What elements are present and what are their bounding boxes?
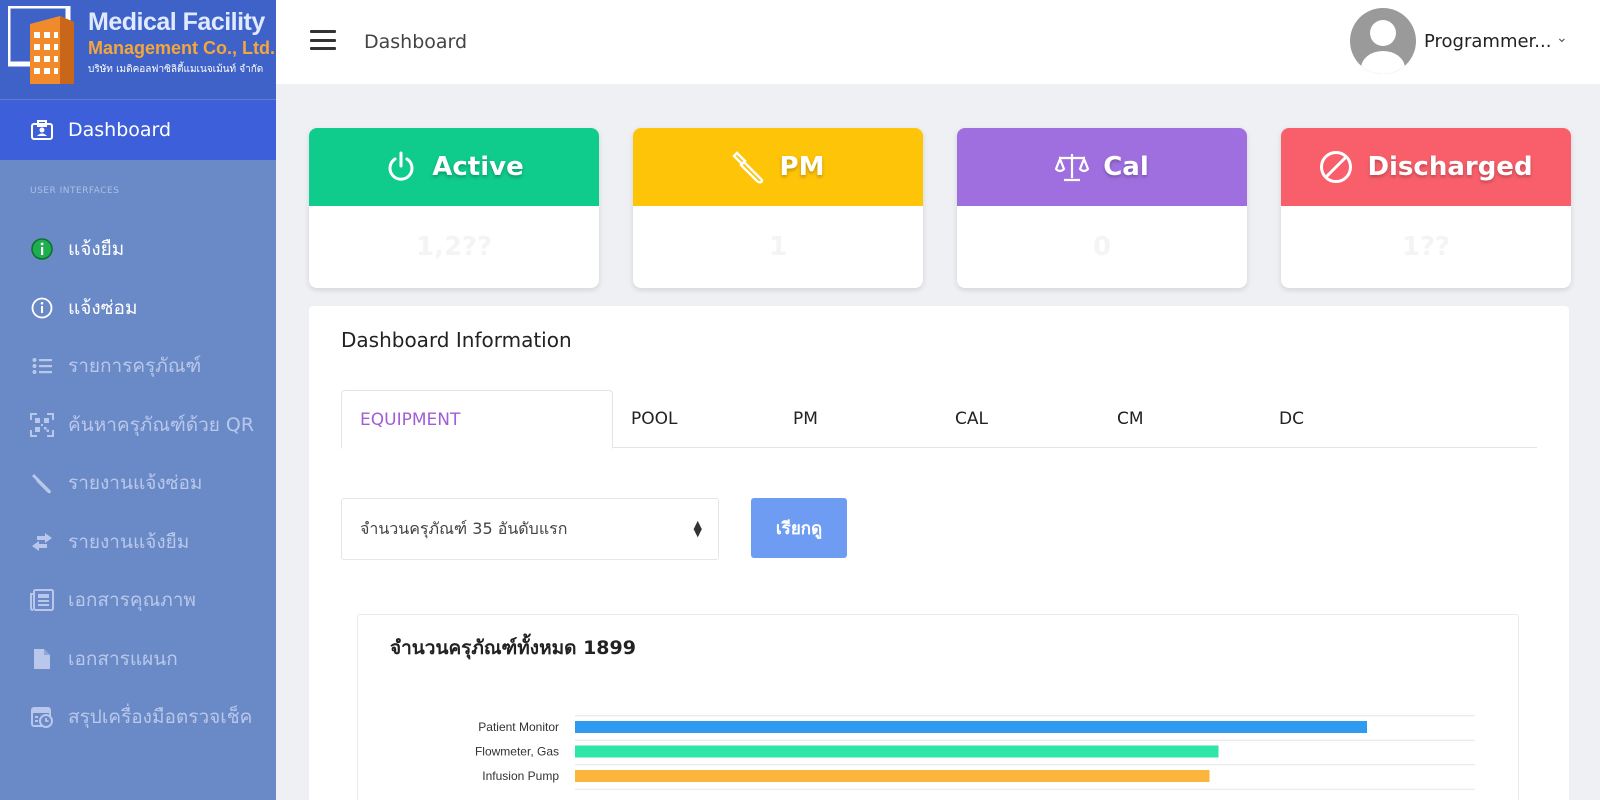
info-circle-green-icon <box>30 237 54 261</box>
sidebar-item-label: สรุปเครื่องมือตรวจเช็ค <box>68 706 253 729</box>
card-label: PM <box>779 152 825 182</box>
sidebar-item-quality-docs[interactable]: เอกสารคุณภาพ <box>0 571 276 630</box>
sidebar-item-label: ค้นหาครุภัณฑ์ด้วย QR <box>68 413 255 436</box>
sidebar: Medical Facility Management Co., Ltd. บร… <box>0 0 276 800</box>
building-logo-icon <box>8 6 74 84</box>
tab-pm[interactable]: PM <box>793 390 818 448</box>
card-value: 1 <box>768 232 788 262</box>
chart-bar[interactable] <box>575 745 1219 758</box>
stat-card-pm[interactable]: PM 1 <box>633 128 923 288</box>
file-icon <box>30 647 54 671</box>
card-value: 0 <box>1092 232 1112 262</box>
card-header: PM <box>633 128 923 206</box>
tab-bar: EQUIPMENT POOL PM CAL CM DC <box>341 390 1537 449</box>
stat-card-active[interactable]: Active 1,2?? <box>309 128 599 288</box>
user-name[interactable]: Programmer... <box>1424 31 1551 52</box>
avatar[interactable] <box>1350 8 1416 74</box>
tab-equipment[interactable]: EQUIPMENT <box>341 390 613 449</box>
sidebar-item-borrow-report[interactable]: รายงานแจ้งยืม <box>0 513 276 572</box>
sort-arrows-icon: ▲ ▼ <box>693 518 702 539</box>
card-header: Active <box>309 128 599 206</box>
chart-category-label: Flowmeter, Gas <box>475 745 559 759</box>
card-label: Cal <box>1103 152 1149 182</box>
sidebar-item-repair-report[interactable]: รายงานแจ้งซ่อม <box>0 454 276 513</box>
logo-title: Medical Facility <box>88 8 265 36</box>
sidebar-item-label: แจ้งซ่อม <box>68 296 138 319</box>
page-title: Dashboard <box>364 31 468 53</box>
chart-bar[interactable] <box>575 721 1367 733</box>
select-value: จำนวนครุภัณฑ์ 35 อันดับแรก <box>360 518 568 538</box>
ban-icon <box>1319 150 1353 184</box>
sidebar-nav: แจ้งยืม แจ้งซ่อม รายการครุภัณฑ์ ค้นหาครุ… <box>0 220 276 747</box>
sidebar-item-label: รายการครุภัณฑ์ <box>68 355 202 378</box>
scale-icon <box>1055 150 1090 184</box>
info-circle-icon <box>30 296 54 320</box>
dashboard-info-panel: Dashboard Information EQUIPMENT POOL PM … <box>309 306 1569 800</box>
sidebar-item-department-docs[interactable]: เอกสารแผนก <box>0 630 276 689</box>
chart-category-label: Patient Monitor <box>478 720 559 734</box>
logo-subtitle: Management Co., Ltd. <box>88 38 276 58</box>
sidebar-item-dashboard[interactable]: Dashboard <box>0 100 276 160</box>
sidebar-item-qr-search[interactable]: ค้นหาครุภัณฑ์ด้วย QR <box>0 396 276 455</box>
company-logo[interactable]: Medical Facility Management Co., Ltd. บร… <box>0 0 276 100</box>
equipment-chart: จำนวนครุภัณฑ์ทั้งหมด 1899 Patient Monito… <box>357 614 1519 800</box>
power-icon <box>384 150 418 184</box>
card-label: Active <box>432 152 524 182</box>
card-label: Discharged <box>1367 152 1533 182</box>
sidebar-item-borrow-request[interactable]: แจ้งยืม <box>0 220 276 279</box>
exchange-arrows-icon <box>30 530 54 554</box>
sidebar-item-inspection-summary[interactable]: สรุปเครื่องมือตรวจเช็ค <box>0 688 276 747</box>
list-icon <box>30 354 54 378</box>
sidebar-item-label: รายงานแจ้งซ่อม <box>68 472 203 495</box>
card-header: Cal <box>957 128 1247 206</box>
card-value: 1,2?? <box>415 232 493 262</box>
sidebar-item-label: Dashboard <box>68 119 172 141</box>
bar-chart: Patient Monitor Flowmeter, Gas Infusion Pu… <box>475 715 1475 790</box>
sidebar-item-label: รายงานแจ้งยืม <box>68 530 190 553</box>
sidebar-item-label: เอกสารคุณภาพ <box>68 589 196 612</box>
sidebar-item-label: แจ้งยืม <box>68 238 125 261</box>
sidebar-item-repair-request[interactable]: แจ้งซ่อม <box>0 279 276 338</box>
tab-pool[interactable]: POOL <box>631 390 677 448</box>
chevron-down-icon[interactable]: ⌄ <box>1556 30 1568 46</box>
section-label: USER INTERFACES <box>30 186 120 196</box>
newspaper-icon <box>30 588 54 612</box>
chart-title: จำนวนครุภัณฑ์ทั้งหมด 1899 <box>390 637 636 659</box>
tab-dc[interactable]: DC <box>1279 390 1304 448</box>
card-value: 1?? <box>1401 232 1451 262</box>
calendar-check-icon <box>30 705 54 729</box>
sidebar-item-label: เอกสารแผนก <box>68 647 178 670</box>
chart-bar[interactable] <box>575 770 1210 782</box>
qr-code-icon <box>30 412 54 437</box>
sidebar-item-equipment-list[interactable]: รายการครุภัณฑ์ <box>0 337 276 396</box>
id-card-icon <box>30 118 54 142</box>
menu-toggle-icon[interactable] <box>310 30 336 50</box>
tab-cm[interactable]: CM <box>1117 390 1144 448</box>
panel-title: Dashboard Information <box>341 328 572 352</box>
wrench-icon <box>30 471 54 495</box>
logo-thai-name: บริษัท เมดิคอลฟาซิลิตี้แมเนจเม้นท์ จำกัด <box>88 64 264 75</box>
chart-category-label: Infusion Pump <box>482 769 559 783</box>
top-n-select[interactable]: จำนวนครุภัณฑ์ 35 อันดับแรก ▲ ▼ <box>341 498 719 560</box>
stat-card-cal[interactable]: Cal 0 <box>957 128 1247 288</box>
view-button[interactable]: เรียกดู <box>751 498 847 558</box>
card-header: Discharged <box>1281 128 1571 206</box>
stat-card-discharged[interactable]: Discharged 1?? <box>1281 128 1571 288</box>
tab-cal[interactable]: CAL <box>955 390 988 448</box>
wrench-icon <box>731 150 766 184</box>
topbar: Dashboard Programmer... ⌄ <box>276 0 1600 84</box>
